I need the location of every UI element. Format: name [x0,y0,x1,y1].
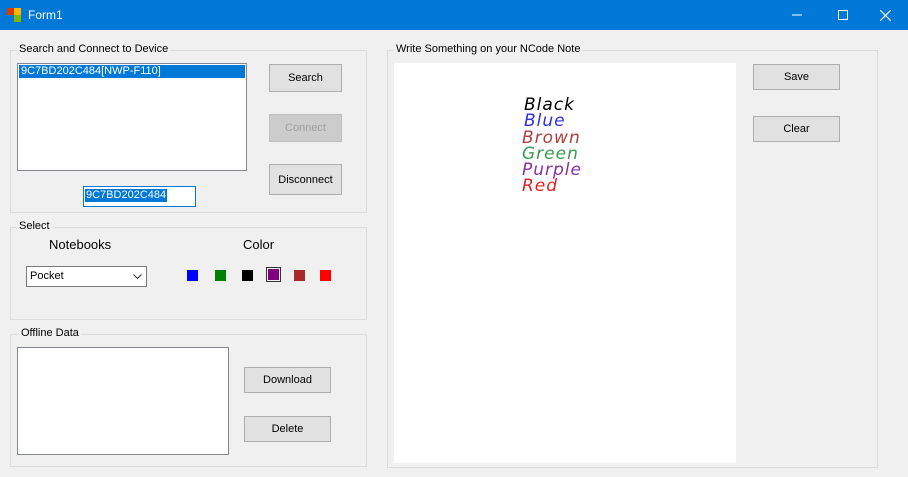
color-swatch-purple[interactable] [268,269,279,280]
color-swatch-blue[interactable] [187,270,198,281]
disconnect-button[interactable]: Disconnect [269,164,342,195]
color-swatch-green[interactable] [215,270,226,281]
connect-button[interactable]: Connect [269,114,342,142]
app-icon [7,8,21,22]
note-group-label: Write Something on your NCode Note [394,43,583,56]
search-connect-group-label: Search and Connect to Device [17,43,171,56]
device-id-field[interactable]: 9C7BD202C484 [83,186,196,207]
offline-data-group-label: Offline Data [19,327,81,340]
color-swatch-brown[interactable] [294,270,305,281]
chevron-down-icon [133,274,142,280]
device-listbox[interactable]: 9C7BD202C484[NWP-F110] [17,63,247,171]
notebooks-label: Notebooks [49,237,112,252]
close-button[interactable] [862,0,908,30]
notebook-select[interactable]: Pocket [26,266,147,287]
search-button[interactable]: Search [269,64,342,92]
save-button[interactable]: Save [753,64,840,90]
download-button[interactable]: Download [244,367,331,393]
delete-button[interactable]: Delete [244,416,331,442]
color-swatch-red[interactable] [320,270,331,281]
stroke-red: Red [522,176,558,196]
minimize-button[interactable] [774,0,820,30]
select-group-label: Select [17,220,52,233]
device-list-item[interactable]: 9C7BD202C484[NWP-F110] [19,65,245,78]
clear-button[interactable]: Clear [753,116,840,142]
minimize-icon [792,14,802,16]
maximize-icon [838,10,848,20]
notebook-select-value: Pocket [30,270,64,282]
color-label: Color [243,237,275,252]
maximize-button[interactable] [820,0,866,30]
device-id-text: 9C7BD202C484 [85,189,168,202]
window-title: Form1 [28,8,63,22]
handwriting-layer: Black Blue Brown Green Purple Red [522,95,581,196]
title-bar: Form1 [0,0,908,30]
close-icon [879,9,891,21]
color-swatch-black[interactable] [242,270,253,281]
note-canvas[interactable]: Black Blue Brown Green Purple Red [394,63,736,463]
offline-data-listbox[interactable] [17,347,229,455]
